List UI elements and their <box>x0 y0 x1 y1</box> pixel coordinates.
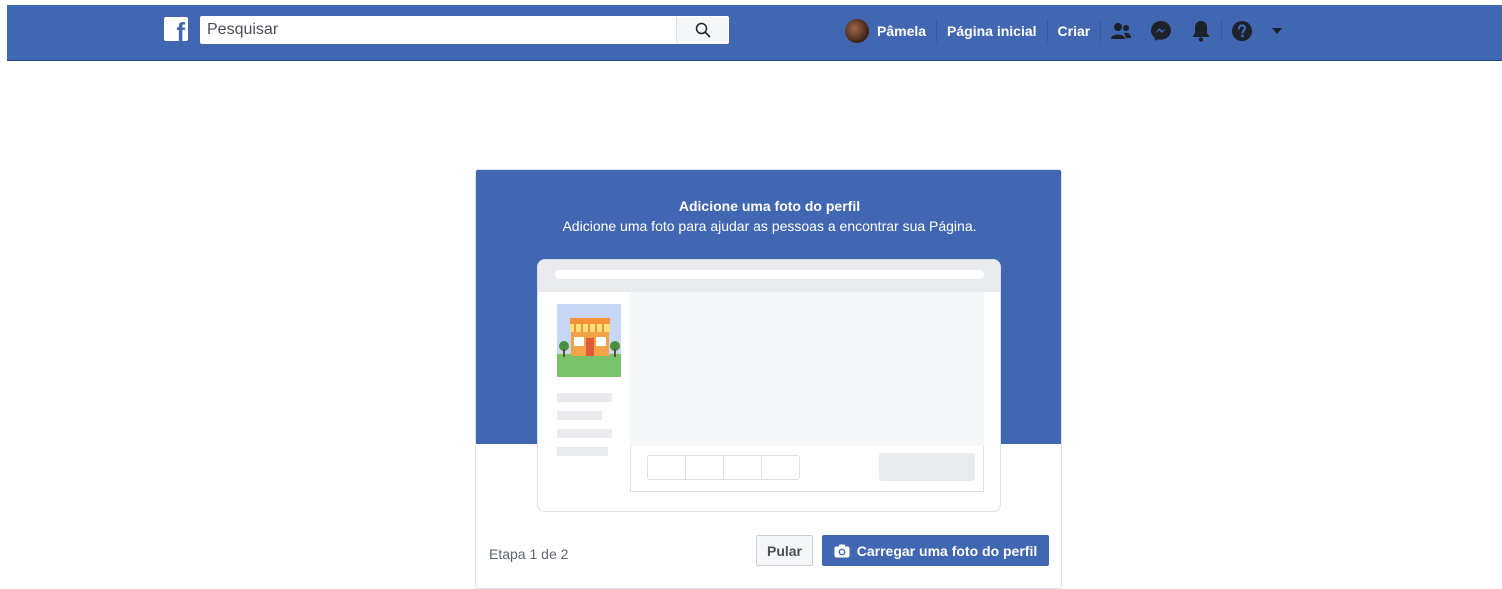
upload-button-label: Carregar uma foto do perfil <box>856 542 1038 559</box>
help-question-icon <box>1232 21 1253 41</box>
preview-tab <box>648 456 686 479</box>
preview-text-line <box>557 429 612 438</box>
dialog-title: Adicione uma foto do perfil <box>678 198 861 214</box>
messenger-button[interactable] <box>1141 17 1181 45</box>
storefront-illustration-icon <box>557 304 621 377</box>
nav-right: Pâmela Página inicial Criar <box>845 17 1292 45</box>
friends-icon <box>1111 23 1132 39</box>
upload-profile-photo-button[interactable]: Carregar uma foto do perfil <box>822 535 1049 566</box>
preview-tab <box>762 456 799 479</box>
camera-icon <box>834 544 850 558</box>
dropdown-arrow-icon <box>1272 28 1283 34</box>
profile-link[interactable]: Pâmela <box>845 17 936 45</box>
preview-tab <box>724 456 762 479</box>
profile-name: Pâmela <box>877 23 927 39</box>
search-box <box>200 16 729 44</box>
help-button[interactable] <box>1222 17 1262 45</box>
preview-sidebar <box>547 296 627 496</box>
search-icon <box>695 22 710 38</box>
avatar <box>845 19 869 43</box>
preview-text-line <box>557 411 602 420</box>
preview-url-bar <box>555 270 984 279</box>
profile-photo-dialog: Adicione uma foto do perfil Adicione uma… <box>475 169 1062 589</box>
search-button[interactable] <box>676 17 728 43</box>
notifications-button[interactable] <box>1181 17 1221 45</box>
top-navigation-bar: f Pâmela Página inicial Criar <box>7 5 1502 61</box>
account-menu-button[interactable] <box>1262 17 1292 45</box>
preview-text-line <box>557 393 612 402</box>
facebook-logo-icon[interactable]: f <box>164 17 188 41</box>
dialog-subtitle: Adicione uma foto para ajudar as pessoas… <box>562 218 977 234</box>
messenger-icon <box>1151 21 1172 41</box>
preview-text-line <box>557 447 608 456</box>
notifications-bell-icon <box>1192 21 1210 42</box>
preview-tab <box>686 456 724 479</box>
preview-cover-area <box>630 292 984 446</box>
preview-tabs <box>647 455 800 480</box>
page-preview-illustration <box>537 259 1001 512</box>
home-link[interactable]: Página inicial <box>937 17 1046 45</box>
preview-action-bar <box>630 446 984 492</box>
preview-browser-chrome <box>538 260 1000 292</box>
preview-button <box>879 453 975 481</box>
skip-button[interactable]: Pular <box>756 535 813 566</box>
preview-page-body <box>538 292 1000 511</box>
friends-button[interactable] <box>1101 17 1141 45</box>
search-input[interactable] <box>207 19 667 41</box>
step-indicator: Etapa 1 de 2 <box>489 546 569 562</box>
create-link[interactable]: Criar <box>1048 17 1101 45</box>
